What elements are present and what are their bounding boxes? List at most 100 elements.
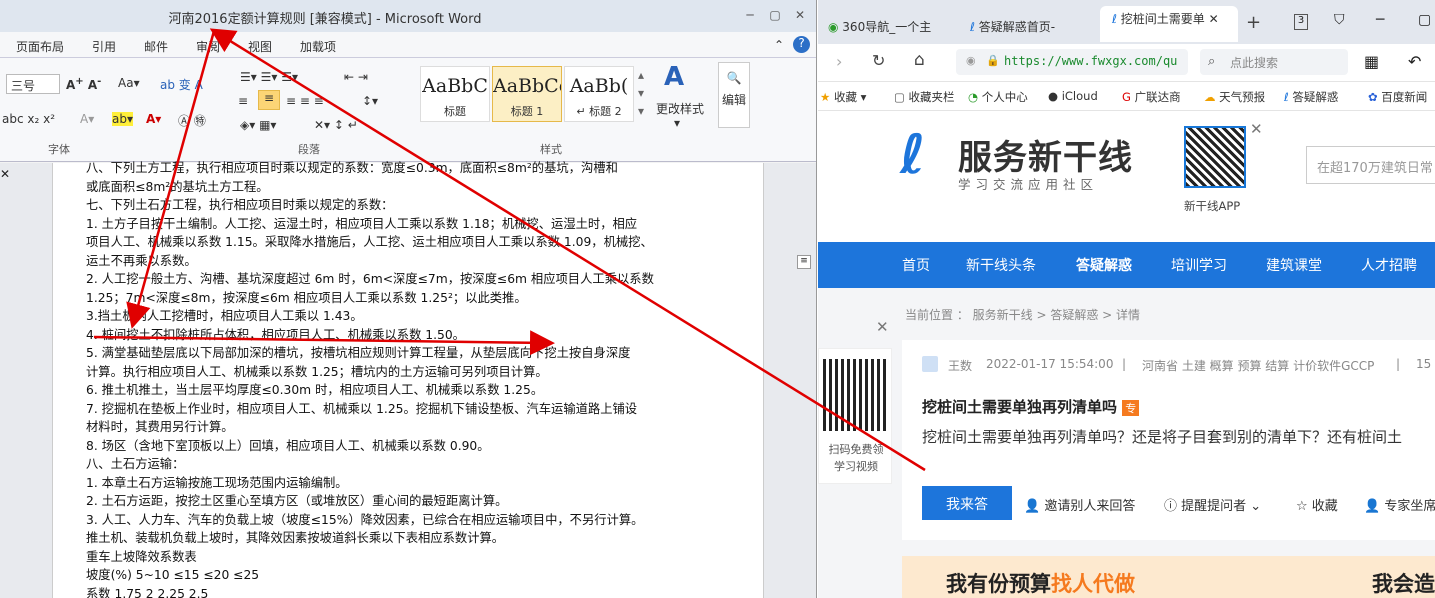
bookmark-personal[interactable]: ◔ 个人中心 — [968, 89, 1028, 105]
change-styles-label[interactable]: 更改样式 — [656, 100, 704, 117]
align-left-icon[interactable]: ≡ — [238, 94, 248, 108]
menu-page-layout[interactable]: 页面布局 — [16, 38, 64, 55]
reload-icon[interactable]: ↻ — [872, 51, 885, 70]
video-qr-code — [823, 359, 889, 431]
bookmarks-bar: ★ 收藏 ▾ ▢ 收藏夹栏 ◔ 个人中心 ● iCloud G 广联达商 ☁ 天… — [818, 83, 1435, 111]
menu-review[interactable]: 审阅 — [196, 38, 220, 55]
document-line: 坡度(%) 5~10 ≤15 ≤20 ≤25 — [86, 568, 260, 582]
text-effects-icon[interactable]: A▾ — [80, 112, 94, 126]
new-tab-icon[interactable]: + — [1246, 12, 1261, 33]
edit-button[interactable]: 🔍 编辑 — [718, 62, 750, 128]
document-line: 1. 本章土石方运输按施工现场范围内运输编制。 — [86, 475, 348, 490]
nav-classroom[interactable]: 建筑课堂 — [1266, 255, 1322, 275]
browser-search-input[interactable]: 点此搜索 — [1200, 49, 1348, 75]
remind-button[interactable]: ⓘ 提醒提问者 ⌄ — [1164, 495, 1261, 514]
nav-headlines[interactable]: 新干线头条 — [966, 255, 1036, 275]
menu-view[interactable]: 视图 — [248, 38, 272, 55]
promo-banner[interactable]: 我有份预算找人代做 我会造 — [902, 556, 1435, 598]
document-text: 八、下列土方工程，执行相应项目时乘以规定的系数：宽度≤0.3m，底面积≤8m²的… — [86, 161, 731, 598]
line-spacing-icon[interactable]: ↕▾ — [362, 94, 378, 108]
expert-button[interactable]: 👤 专家坐席 — [1364, 495, 1435, 514]
document-page[interactable]: 八、下列土方工程，执行相应项目时乘以规定的系数：宽度≤0.3m，底面积≤8m²的… — [52, 161, 764, 598]
document-line: 2. 土石方运距，按挖土区重心至填方区（或堆放区）重心间的最短距离计算。 — [86, 494, 508, 508]
document-line: 6. 推土机推土，当土层平均厚度≤0.30m 时，相应项目人工、机械乘以系数 1… — [86, 383, 544, 397]
maximize-button[interactable]: ▢ — [767, 8, 783, 22]
group-styles: 样式 — [540, 143, 562, 156]
minimize-button[interactable]: ─ — [742, 8, 758, 22]
nav-training[interactable]: 培训学习 — [1171, 255, 1227, 275]
document-line: 4. 桩间挖土不扣除桩所占体积，相应项目人工、机械乘以系数 1.50。 — [86, 327, 465, 342]
maximize-icon[interactable]: ▢ — [1418, 12, 1431, 28]
char-border-icon[interactable]: Ⓐ ㊕ — [178, 112, 206, 129]
strikethrough-icon[interactable]: abc x₂ x² — [2, 112, 55, 126]
person-icon: 👤 — [1364, 499, 1385, 514]
minimize-icon[interactable]: ─ — [1376, 12, 1384, 28]
favorite-button[interactable]: ☆ 收藏 — [1296, 495, 1338, 514]
author-name[interactable]: 王数 — [948, 357, 972, 374]
bookmark-glodon[interactable]: G 广联达商 — [1122, 89, 1181, 105]
style-heading-2[interactable]: AaBb(↵ 标题 2 — [564, 66, 634, 122]
left-pane: ✕ — [0, 163, 52, 598]
styles-scroll-icon[interactable]: ▴ ▾ ▾ — [638, 66, 644, 120]
font-color-icon[interactable]: A▾ — [146, 112, 161, 126]
home-icon[interactable]: ⌂ — [914, 50, 925, 70]
app-qr-code — [1184, 126, 1246, 188]
forward-icon[interactable]: › — [836, 52, 842, 71]
highlight-icon[interactable]: ab▾ — [112, 112, 133, 126]
tab-active[interactable]: ℓ 挖桩间土需要单 ✕ — [1100, 6, 1238, 42]
tab-360[interactable]: ◉ 360导航_一个主 — [828, 10, 968, 40]
bookmark-baidu-news[interactable]: ✿ 百度新闻 — [1368, 89, 1427, 105]
phonetic-icon[interactable]: ab 变 A — [160, 76, 203, 93]
document-line: 或底面积≤8m²的基坑土方工程。 — [86, 179, 269, 194]
close-button[interactable]: ✕ — [792, 8, 808, 22]
scroll-split-icon[interactable]: ≡ — [797, 255, 811, 269]
site-logo[interactable]: 服务新干线 — [958, 130, 1133, 179]
bookmark-favorites[interactable]: ★ 收藏 ▾ — [820, 89, 866, 105]
qr-caption: 扫码免费领 学习视频 — [828, 443, 884, 473]
grow-font-icon[interactable]: A+ A- — [66, 76, 101, 92]
style-heading-1[interactable]: AaBbCc标题 1 — [492, 66, 562, 122]
answer-button[interactable]: 我来答 — [922, 486, 1012, 520]
tab-faq[interactable]: ℓ 答疑解惑首页- — [970, 10, 1094, 40]
edit-label: 编辑 — [721, 93, 746, 107]
bookmark-icloud[interactable]: ● iCloud — [1048, 89, 1098, 103]
tab-count-badge[interactable]: 3 — [1294, 14, 1308, 30]
nav-faq[interactable]: 答疑解惑 — [1076, 255, 1132, 275]
bookmark-weather[interactable]: ☁ 天气预报 — [1204, 89, 1265, 105]
banner-left: 我有份预算找人代做 — [946, 572, 1135, 596]
font-size-select[interactable]: 三号 — [6, 74, 60, 94]
chinese-layout-icon[interactable]: ✕▾ ↕ ↵ — [314, 118, 358, 132]
menu-mailings[interactable]: 邮件 — [144, 38, 168, 55]
360-icon: ◉ — [828, 20, 843, 34]
tab-bar: ◉ 360导航_一个主 ℓ 答疑解惑首页- ℓ 挖桩间土需要单 ✕ + 3 ⛉ … — [818, 0, 1435, 48]
change-styles-dropdown-icon[interactable]: ▾ — [674, 116, 680, 130]
site-logo-sub: 学习交流应用社区 — [958, 177, 1099, 192]
nav-home[interactable]: 首页 — [902, 255, 930, 275]
invite-button[interactable]: 👤 邀请别人来回答 — [1024, 495, 1135, 514]
bullets-icon[interactable]: ☰▾ ☰▾ ☰▾ — [240, 70, 298, 84]
shirt-icon[interactable]: ⛉ — [1334, 12, 1345, 28]
align-right-icon[interactable]: ≡ ≡ ≡ — [286, 94, 324, 108]
menu-addins[interactable]: 加载项 — [300, 38, 336, 55]
bookmark-folder[interactable]: ▢ 收藏夹栏 — [894, 89, 955, 105]
change-case-icon[interactable]: Aa▾ — [118, 76, 140, 90]
style-title[interactable]: AaBbC 标题 — [420, 66, 490, 122]
undo-icon[interactable]: ↶ — [1408, 52, 1421, 71]
avatar[interactable] — [922, 356, 938, 372]
tab-close-icon[interactable]: ✕ — [1209, 12, 1219, 26]
help-icon[interactable]: ? — [793, 36, 810, 53]
change-styles-icon[interactable]: A — [664, 62, 684, 92]
qr-panel-close-icon[interactable]: ✕ — [876, 318, 889, 336]
bookmark-faq[interactable]: ℓ 答疑解惑 — [1284, 89, 1338, 105]
pane-close-icon[interactable]: ✕ — [0, 167, 10, 181]
menu-references[interactable]: 引用 — [92, 38, 116, 55]
nav-jobs[interactable]: 人才招聘 — [1361, 255, 1417, 275]
shading-icon[interactable]: ◈▾ ▦▾ — [240, 118, 276, 132]
ribbon-collapse-icon[interactable]: ⌃ — [774, 38, 784, 52]
site-search-input[interactable]: 在超170万建筑日常 — [1306, 146, 1435, 184]
center-align-icon[interactable]: ≡ — [258, 90, 280, 110]
apps-icon[interactable]: ▦ — [1364, 52, 1379, 71]
site-header: ℓ 服务新干线 学习交流应用社区 ✕ 新干线APP 在超170万建筑日常 — [818, 112, 1435, 242]
indent-icon[interactable]: ⇤ ⇥ — [344, 70, 368, 84]
qr-close-icon[interactable]: ✕ — [1250, 120, 1263, 138]
